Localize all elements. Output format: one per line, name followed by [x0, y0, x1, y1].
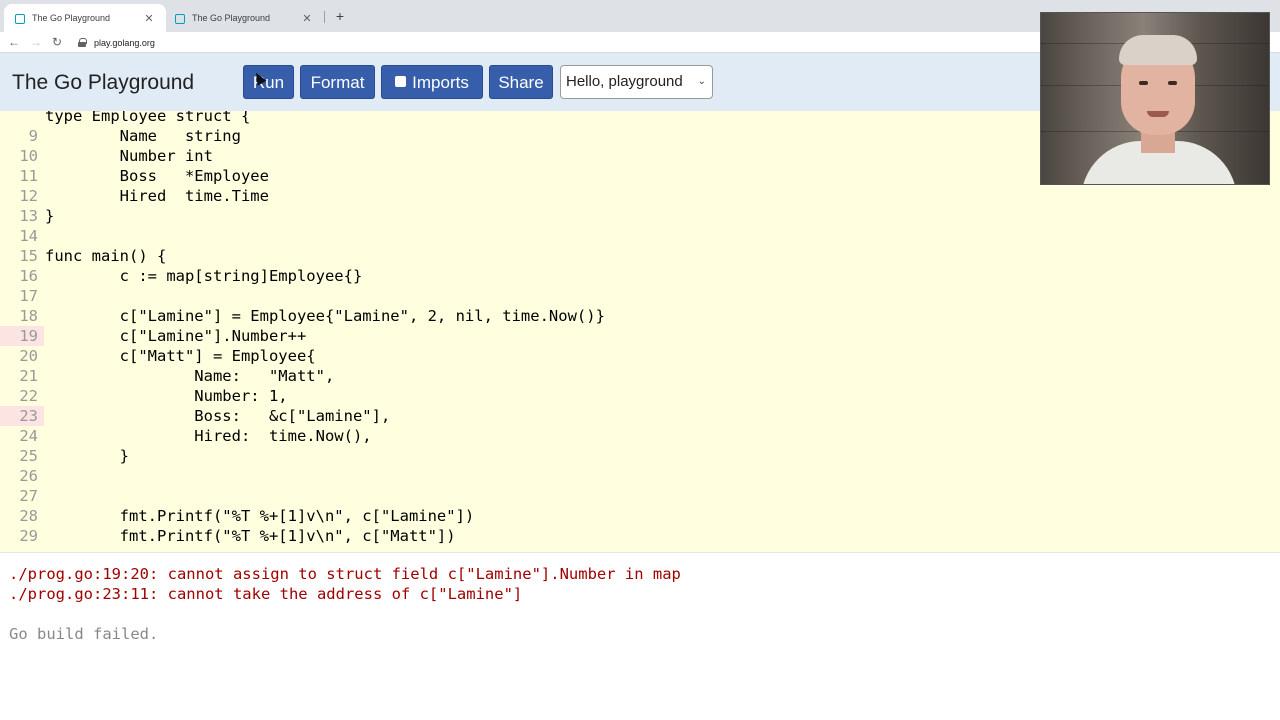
code-text: c["Lamine"].Number++ — [45, 327, 307, 345]
presenter-eye — [1168, 81, 1177, 85]
new-tab-icon[interactable]: + — [332, 8, 348, 24]
code-text: func main() { — [45, 247, 167, 265]
code-text: Boss *Employee — [45, 167, 269, 185]
browser-tab-1[interactable]: The Go Playground ✕ — [4, 4, 166, 32]
code-line: 17 — [0, 286, 1280, 306]
code-text: Hired: time.Now(), — [45, 427, 372, 445]
code-text: c["Lamine"] = Employee{"Lamine", 2, nil,… — [45, 307, 605, 325]
presenter-eye — [1139, 81, 1148, 85]
line-number: 16 — [19, 267, 38, 285]
code-line: 27 — [0, 486, 1280, 506]
line-number: 12 — [19, 187, 38, 205]
url-text: play.golang.org — [94, 37, 155, 48]
line-number: 27 — [19, 487, 38, 505]
tab-title: The Go Playground — [192, 13, 271, 23]
code-line: 13} — [0, 206, 1280, 226]
code-line: 26 — [0, 466, 1280, 486]
code-line: 23 Boss: &c["Lamine"], — [0, 406, 1280, 426]
tab-title: The Go Playground — [32, 13, 111, 23]
code-text: c := map[string]Employee{} — [45, 267, 363, 285]
build-status: Go build failed. — [9, 625, 159, 643]
code-text: Boss: &c["Lamine"], — [45, 407, 391, 425]
webcam-overlay — [1040, 12, 1270, 185]
line-number: 29 — [19, 527, 38, 545]
run-button[interactable]: Run — [243, 65, 294, 99]
close-tab-icon[interactable]: ✕ — [300, 12, 314, 25]
code-line: 20 c["Matt"] = Employee{ — [0, 346, 1280, 366]
code-line: 15 func main() { — [0, 246, 1280, 266]
line-number: 18 — [19, 307, 38, 325]
imports-button[interactable]: Imports — [381, 65, 483, 99]
gopher-favicon-icon — [14, 13, 25, 24]
code-text: fmt.Printf("%T %+[1]v\n", c["Matt"]) — [45, 527, 456, 545]
line-number: 20 — [19, 347, 38, 365]
code-line: 12 Hired time.Time — [0, 186, 1280, 206]
code-line: 25 } — [0, 446, 1280, 466]
presenter-mouth — [1147, 111, 1169, 117]
code-text: Hired time.Time — [45, 187, 269, 205]
code-line: 14 — [0, 226, 1280, 246]
code-text: Name: "Matt", — [45, 367, 335, 385]
code-line: 29 fmt.Printf("%T %+[1]v\n", c["Matt"]) — [0, 526, 1280, 546]
example-select-value: Hello, playground — [566, 73, 683, 90]
line-number: 26 — [19, 467, 38, 485]
line-number: 28 — [19, 507, 38, 525]
presenter-hair — [1119, 35, 1197, 65]
line-number: 11 — [19, 167, 38, 185]
line-number: 24 — [19, 427, 38, 445]
code-line: 22 Number: 1, — [0, 386, 1280, 406]
line-number: 25 — [19, 447, 38, 465]
code-text: c["Matt"] = Employee{ — [45, 347, 316, 365]
code-text: } — [45, 447, 129, 465]
back-arrow-icon[interactable]: ← — [6, 34, 22, 50]
tab-separator — [324, 11, 325, 23]
compile-error-line: ./prog.go:23:11: cannot take the address… — [9, 585, 523, 603]
line-number: 14 — [19, 227, 38, 245]
code-text: fmt.Printf("%T %+[1]v\n", c["Lamine"]) — [45, 507, 475, 525]
line-number: 15 — [19, 247, 38, 265]
share-button[interactable]: Share — [489, 65, 553, 99]
code-line: 18 c["Lamine"] = Employee{"Lamine", 2, n… — [0, 306, 1280, 326]
code-line: 19 c["Lamine"].Number++ — [0, 326, 1280, 346]
code-line: 28 fmt.Printf("%T %+[1]v\n", c["Lamine"]… — [0, 506, 1280, 526]
forward-arrow-icon[interactable]: → — [28, 34, 44, 50]
browser-tab-2[interactable]: The Go Playground ✕ — [164, 4, 324, 32]
example-select[interactable]: Hello, playground ⌄ — [560, 65, 713, 99]
url-field[interactable]: play.golang.org — [78, 35, 155, 50]
code-text: Number int — [45, 147, 213, 165]
error-line-number: 23 — [0, 406, 44, 426]
reload-icon[interactable]: ↻ — [49, 34, 65, 50]
code-line: 24 Hired: time.Now(), — [0, 426, 1280, 446]
format-button[interactable]: Format — [300, 65, 375, 99]
compile-error-line: ./prog.go:19:20: cannot assign to struct… — [9, 565, 681, 583]
line-number: 17 — [19, 287, 38, 305]
code-text: Name string — [45, 127, 241, 145]
line-number: 22 — [19, 387, 38, 405]
line-number: 13 — [19, 207, 38, 225]
code-line: 16 c := map[string]Employee{} — [0, 266, 1280, 286]
code-line: 21 Name: "Matt", — [0, 366, 1280, 386]
output-panel: ./prog.go:19:20: cannot assign to struct… — [0, 552, 1280, 720]
imports-checkbox-icon — [395, 76, 407, 87]
gopher-favicon-icon — [174, 13, 185, 24]
chevron-down-icon: ⌄ — [697, 76, 706, 87]
line-number: 9 — [28, 127, 38, 145]
imports-label: Imports — [412, 73, 469, 92]
code-text: type Employee struct { — [45, 111, 251, 125]
code-text: } — [45, 207, 55, 225]
page-title: The Go Playground — [12, 71, 195, 94]
close-tab-icon[interactable]: ✕ — [142, 12, 156, 25]
error-line-number: 19 — [0, 326, 44, 346]
line-number: 10 — [19, 147, 38, 165]
line-number: 21 — [19, 367, 38, 385]
lock-icon — [78, 38, 87, 47]
code-text: Number: 1, — [45, 387, 288, 405]
line-number — [0, 111, 44, 126]
